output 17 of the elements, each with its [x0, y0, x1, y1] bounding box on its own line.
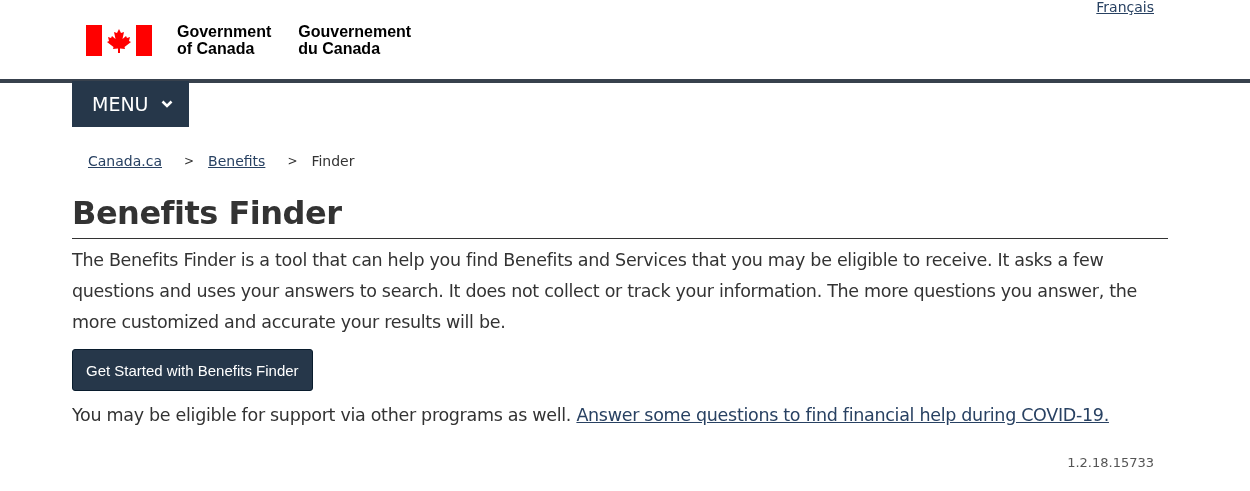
- breadcrumb-separator: >: [183, 153, 196, 168]
- language-link[interactable]: Français: [1096, 0, 1154, 15]
- breadcrumb-separator: >: [286, 153, 299, 168]
- breadcrumb-link[interactable]: Benefits: [208, 152, 266, 169]
- support-note: You may be eligible for support via other programs as well. Answer some questions to find financial help during COVID-19.: [72, 405, 1110, 425]
- canada-flag-icon: [86, 24, 152, 56]
- page-title: Benefits Finder: [72, 194, 1168, 239]
- get-started-button[interactable]: Get Started with Benefits Finder: [72, 349, 313, 391]
- government-wordmark-french: Gouvernement du Canada: [298, 23, 412, 57]
- version-number: 1.2.18.15733: [1067, 455, 1154, 470]
- intro-paragraph: The Benefits Finder is a tool that can help you find Benefits and Services that you may be eligible to receive. It asks a few questions and uses your answers to search. It does not collect or track your information. The more questions you answer, the more customized and accurate your results will be.: [72, 249, 1138, 334]
- government-wordmark-english: Government of Canada: [177, 23, 272, 57]
- breadcrumb-current: Finder: [311, 152, 355, 169]
- breadcrumb-link[interactable]: Canada.ca: [88, 152, 162, 169]
- menu-button[interactable]: MENU: [72, 81, 189, 127]
- chevron-down-icon: [160, 100, 173, 108]
- covid-help-link[interactable]: Answer some questions to find financial help during COVID-19.: [576, 405, 1109, 425]
